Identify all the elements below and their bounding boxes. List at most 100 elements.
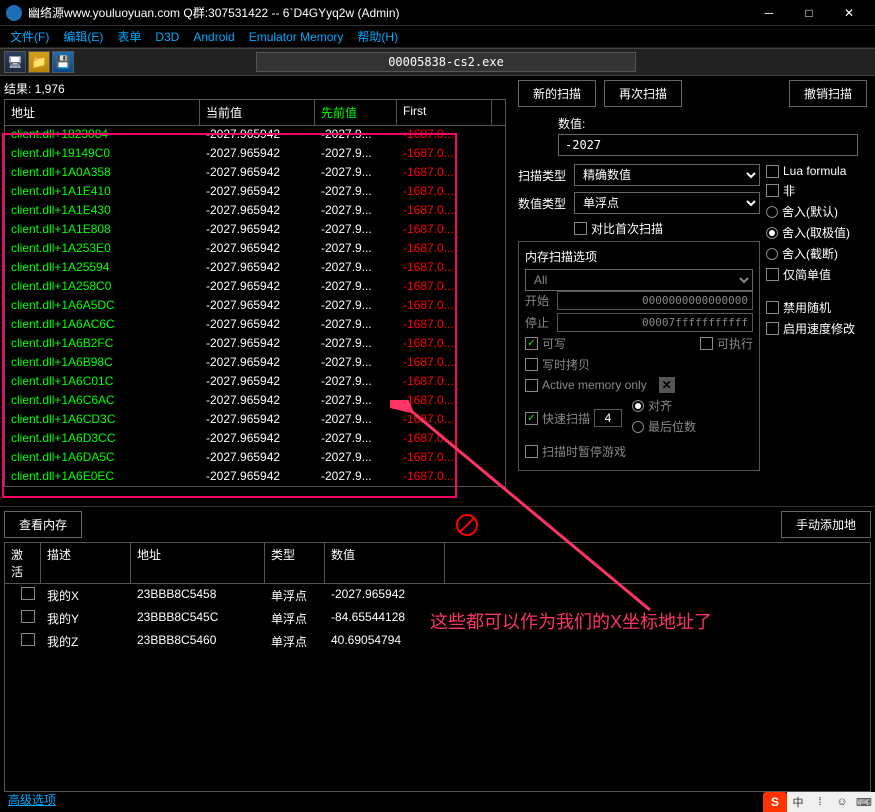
ime-zhong[interactable]: 中 [787, 792, 809, 812]
col-address[interactable]: 地址 [5, 100, 200, 125]
rounded-truncate-label: 舍入(截断) [782, 245, 838, 262]
table-row[interactable]: client.dll+1A0A358-2027.965942-2027.9...… [5, 164, 505, 183]
scan-type-label: 扫描类型 [518, 167, 570, 184]
table-row[interactable]: client.dll+1A6D3CC-2027.965942-2027.9...… [5, 430, 505, 449]
process-name[interactable]: 00005838-cs2.exe [256, 52, 636, 72]
pause-game-checkbox[interactable] [525, 445, 538, 458]
new-scan-button[interactable]: 新的扫描 [518, 80, 596, 107]
table-row[interactable]: client.dll+1A25594-2027.965942-2027.9...… [5, 259, 505, 278]
cow-checkbox[interactable] [525, 358, 538, 371]
close-x-icon[interactable]: ✕ [659, 377, 675, 393]
table-row[interactable]: client.dll+1A6B98C-2027.965942-2027.9...… [5, 354, 505, 373]
table-row[interactable]: client.dll+1A1E808-2027.965942-2027.9...… [5, 221, 505, 240]
align-radio[interactable] [632, 400, 644, 412]
simple-only-checkbox[interactable] [766, 268, 779, 281]
compare-first-checkbox[interactable] [574, 222, 587, 235]
menubar: 文件(F) 编辑(E) 表单 D3D Android Emulator Memo… [0, 26, 875, 48]
ime-dots-icon[interactable]: ⁞ [809, 792, 831, 812]
disable-random-label: 禁用随机 [783, 299, 831, 316]
select-process-icon[interactable]: 🖥 [4, 51, 26, 73]
rounded-extreme-radio[interactable] [766, 227, 778, 239]
compare-first-label: 对比首次扫描 [591, 220, 663, 237]
ch-col-type[interactable]: 类型 [265, 543, 325, 583]
rounded-truncate-radio[interactable] [766, 248, 778, 260]
table-row[interactable]: client.dll+1A6C01C-2027.965942-2027.9...… [5, 373, 505, 392]
lua-checkbox[interactable] [766, 165, 779, 178]
menu-d3d[interactable]: D3D [149, 28, 185, 46]
table-row[interactable]: client.dll+1A6B2FC-2027.965942-2027.9...… [5, 335, 505, 354]
results-table: 地址 当前值 先前值 First client.dll+1823084-2027… [4, 99, 506, 487]
menu-emulator[interactable]: Emulator Memory [243, 28, 350, 46]
mem-stop-input[interactable] [557, 313, 753, 332]
enable-speed-label: 启用速度修改 [783, 320, 855, 337]
fast-scan-value[interactable] [594, 409, 622, 427]
table-row[interactable]: client.dll+1A6E0EC-2027.965942-2027.9...… [5, 468, 505, 486]
value-label: 数值: [558, 115, 867, 132]
next-scan-button[interactable]: 再次扫描 [604, 80, 682, 107]
last-digits-radio[interactable] [632, 421, 644, 433]
writable-checkbox[interactable] [525, 337, 538, 350]
col-current[interactable]: 当前值 [200, 100, 315, 125]
enable-speed-checkbox[interactable] [766, 322, 779, 335]
mem-start-label: 开始 [525, 292, 553, 309]
ch-col-desc[interactable]: 描述 [41, 543, 131, 583]
menu-help[interactable]: 帮助(H) [351, 26, 404, 47]
last-digits-label: 最后位数 [648, 418, 696, 435]
table-row[interactable]: client.dll+19149C0-2027.965942-2027.9...… [5, 145, 505, 164]
advanced-options-link[interactable]: 高级选项 [0, 787, 64, 812]
disable-random-checkbox[interactable] [766, 301, 779, 314]
table-row[interactable]: client.dll+1A258C0-2027.965942-2027.9...… [5, 278, 505, 297]
menu-file[interactable]: 文件(F) [4, 26, 55, 47]
view-memory-button[interactable]: 查看内存 [4, 511, 82, 538]
memory-all-select[interactable]: All [525, 269, 753, 291]
row-active-checkbox[interactable] [21, 633, 35, 646]
maximize-button[interactable]: □ [789, 1, 829, 25]
executable-checkbox[interactable] [700, 337, 713, 350]
menu-table[interactable]: 表单 [111, 26, 147, 47]
mem-stop-label: 停止 [525, 314, 553, 331]
ime-keyboard-icon[interactable]: ⌨ [853, 792, 875, 812]
close-button[interactable]: ✕ [829, 1, 869, 25]
active-memory-label: Active memory only [542, 378, 647, 392]
memory-options-title: 内存扫描选项 [525, 248, 753, 265]
pause-game-label: 扫描时暂停游戏 [542, 443, 626, 460]
value-input[interactable] [558, 134, 858, 156]
table-row[interactable]: client.dll+1A6DA5C-2027.965942-2027.9...… [5, 449, 505, 468]
prohibit-icon[interactable] [456, 514, 478, 536]
scan-type-select[interactable]: 精确数值 [574, 164, 760, 186]
save-icon[interactable]: 💾 [52, 51, 74, 73]
menu-android[interactable]: Android [187, 28, 240, 46]
ch-col-active[interactable]: 激活 [5, 543, 41, 583]
ch-col-value[interactable]: 数值 [325, 543, 445, 583]
col-previous[interactable]: 先前值 [315, 100, 397, 125]
table-row[interactable]: client.dll+1A6AC6C-2027.965942-2027.9...… [5, 316, 505, 335]
menu-edit[interactable]: 编辑(E) [57, 26, 109, 47]
col-first[interactable]: First [397, 100, 492, 125]
open-icon[interactable]: 📁 [28, 51, 50, 73]
table-row[interactable]: client.dll+1A6A5DC-2027.965942-2027.9...… [5, 297, 505, 316]
rounded-default-radio[interactable] [766, 206, 778, 218]
table-row[interactable]: client.dll+1A1E430-2027.965942-2027.9...… [5, 202, 505, 221]
ime-s-icon[interactable]: S [763, 792, 787, 812]
minimize-button[interactable]: ─ [749, 1, 789, 25]
manual-add-button[interactable]: 手动添加地 [781, 511, 871, 538]
not-checkbox[interactable] [766, 184, 779, 197]
ch-col-addr[interactable]: 地址 [131, 543, 265, 583]
cheat-row[interactable]: 我的X23BBB8C5458单浮点-2027.965942 [5, 584, 870, 607]
table-row[interactable]: client.dll+1A1E410-2027.965942-2027.9...… [5, 183, 505, 202]
table-row[interactable]: client.dll+1A6CD3C-2027.965942-2027.9...… [5, 411, 505, 430]
window-title: 幽络源www.youluoyuan.com Q群:307531422 -- 6`… [28, 4, 400, 21]
undo-scan-button[interactable]: 撤销扫描 [789, 80, 867, 107]
titlebar: 幽络源www.youluoyuan.com Q群:307531422 -- 6`… [0, 0, 875, 26]
ime-smile-icon[interactable]: ☺ [831, 792, 853, 812]
cow-label: 写时拷贝 [542, 356, 590, 373]
table-row[interactable]: client.dll+1A6C6AC-2027.965942-2027.9...… [5, 392, 505, 411]
value-type-select[interactable]: 单浮点 [574, 192, 760, 214]
row-active-checkbox[interactable] [21, 610, 35, 623]
table-row[interactable]: client.dll+1823084-2027.965942-2027.9...… [5, 126, 505, 145]
mem-start-input[interactable] [557, 291, 753, 310]
row-active-checkbox[interactable] [21, 587, 35, 600]
fast-scan-checkbox[interactable] [525, 412, 538, 425]
table-row[interactable]: client.dll+1A253E0-2027.965942-2027.9...… [5, 240, 505, 259]
active-memory-checkbox[interactable] [525, 379, 538, 392]
